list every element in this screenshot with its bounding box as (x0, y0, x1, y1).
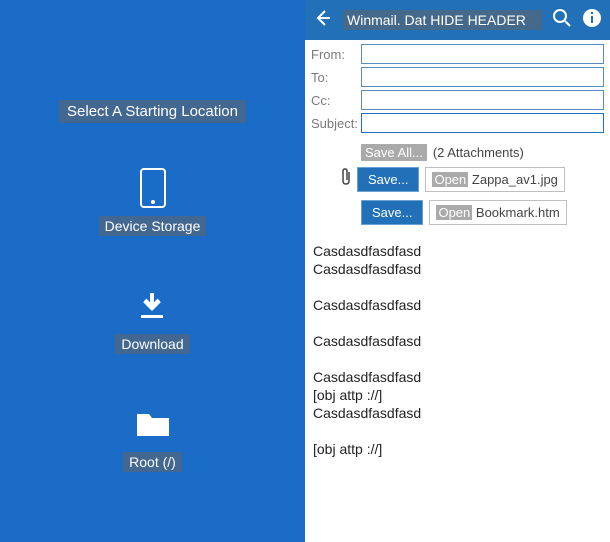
info-icon[interactable] (582, 8, 602, 33)
cc-input[interactable] (361, 90, 604, 110)
back-icon[interactable] (313, 8, 333, 33)
attachment-row: Save... Open Bookmark.htm (305, 198, 610, 227)
body-line: [obj attp ://] (313, 441, 602, 457)
open-attachment-button[interactable]: Open Bookmark.htm (429, 200, 566, 225)
cc-row: Cc: (311, 90, 604, 110)
body-line: Casdasdfasdfasd (313, 261, 602, 277)
select-location-title: Select A Starting Location (59, 100, 246, 123)
location-root[interactable]: Root (/) (123, 404, 182, 472)
subject-input[interactable] (361, 113, 604, 133)
header-title: Winmail. Dat HIDE HEADER (343, 10, 542, 30)
email-body: Casdasdfasdfasd Casdasdfasdfasd Casdasdf… (305, 227, 610, 475)
open-label: Open (432, 172, 468, 187)
to-row: To: (311, 67, 604, 87)
phone-icon (133, 168, 173, 208)
from-input[interactable] (361, 44, 604, 64)
body-line: Casdasdfasdfasd (313, 369, 602, 385)
body-line: Casdasdfasdfasd (313, 243, 602, 259)
attachments-header: Save All... (2 Attachments) (305, 144, 610, 161)
save-button[interactable]: Save... (361, 200, 423, 225)
attachment-count: (2 Attachments) (433, 145, 524, 160)
subject-row: Subject: (311, 113, 604, 133)
search-icon[interactable] (552, 8, 572, 33)
header-bar: Winmail. Dat HIDE HEADER (305, 0, 610, 40)
folder-icon (133, 404, 173, 444)
subject-label: Subject: (311, 116, 361, 131)
email-fields: From: To: Cc: Subject: (305, 40, 610, 138)
paperclip-icon (339, 168, 353, 191)
to-label: To: (311, 70, 361, 85)
save-all-button[interactable]: Save All... (361, 144, 427, 161)
download-icon (132, 286, 172, 326)
open-attachment-button[interactable]: Open Zappa_av1.jpg (425, 167, 564, 192)
cc-label: Cc: (311, 93, 361, 108)
body-line: [obj attp ://] (313, 387, 602, 403)
location-label: Download (115, 334, 189, 354)
from-label: From: (311, 47, 361, 62)
attachment-filename: Zappa_av1.jpg (472, 172, 558, 187)
right-panel: Winmail. Dat HIDE HEADER From: To: Cc: S… (305, 0, 610, 542)
attachment-row: Save... Open Zappa_av1.jpg (305, 165, 610, 194)
open-label: Open (436, 205, 472, 220)
attachment-filename: Bookmark.htm (476, 205, 560, 220)
location-label: Device Storage (99, 216, 207, 236)
body-line: Casdasdfasdfasd (313, 405, 602, 421)
location-device-storage[interactable]: Device Storage (99, 168, 207, 236)
save-button[interactable]: Save... (357, 167, 419, 192)
to-input[interactable] (361, 67, 604, 87)
location-label: Root (/) (123, 452, 182, 472)
from-row: From: (311, 44, 604, 64)
body-line: Casdasdfasdfasd (313, 297, 602, 313)
body-line: Casdasdfasdfasd (313, 333, 602, 349)
left-panel: Select A Starting Location Device Storag… (0, 0, 305, 542)
location-download[interactable]: Download (115, 286, 189, 354)
